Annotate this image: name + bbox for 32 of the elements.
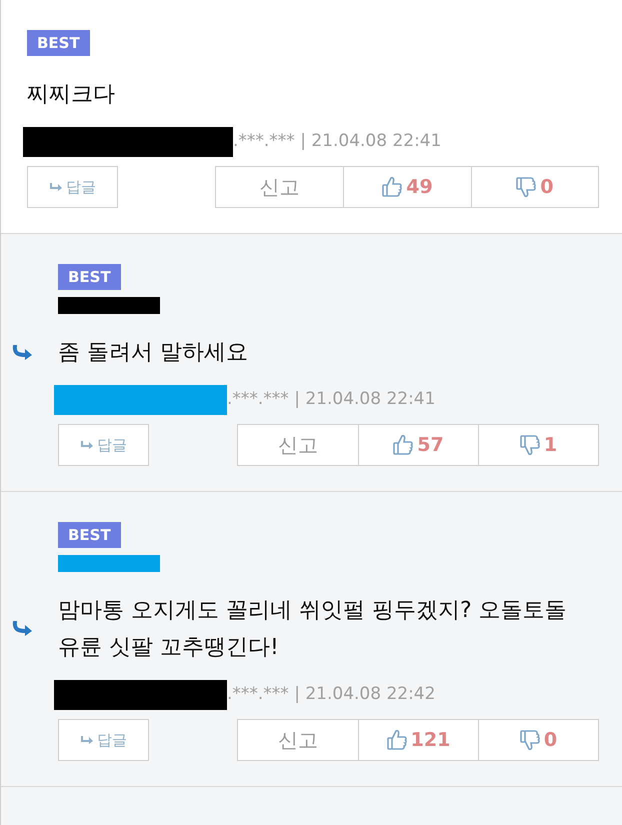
dislike-button[interactable]: 0	[470, 167, 598, 207]
reply-button[interactable]: 답글	[58, 719, 149, 761]
thumbs-down-icon	[520, 434, 540, 456]
best-badge: BEST	[27, 30, 90, 56]
best-badge: BEST	[58, 522, 121, 548]
reply-arrow-icon	[80, 440, 94, 450]
reply-arrow-icon	[49, 182, 63, 192]
like-button[interactable]: 49	[343, 167, 471, 207]
comment-text: 찌찌크다	[27, 81, 116, 109]
thumbs-up-icon	[382, 176, 402, 198]
thumbs-down-icon	[516, 176, 536, 198]
reply-arrow-icon	[12, 344, 34, 360]
reply-button[interactable]: 답글	[58, 424, 149, 466]
comment-meta: .***.*** | 21.04.08 22:41	[227, 388, 436, 412]
thumbs-down-icon	[520, 729, 540, 751]
reply-button[interactable]: 답글	[27, 166, 118, 208]
like-button[interactable]: 121	[358, 720, 478, 760]
thumbs-up-icon	[386, 729, 407, 751]
reply-arrow-icon	[12, 621, 34, 637]
comment-meta: .***.*** | 21.04.08 22:41	[233, 130, 442, 154]
report-button[interactable]: 신고	[216, 167, 344, 207]
reply-arrow-icon	[80, 735, 94, 745]
like-button[interactable]: 57	[358, 425, 478, 465]
dislike-button[interactable]: 1	[478, 425, 598, 465]
report-button[interactable]: 신고	[238, 720, 358, 760]
comment-meta: .***.*** | 21.04.08 22:42	[227, 683, 436, 706]
best-badge: BEST	[58, 264, 121, 290]
thumbs-up-icon	[393, 434, 414, 456]
comment-text: 좀 돌려서 말하세요	[58, 339, 249, 367]
comment-text: 맘마통 오지게도 꼴리네 쒸잇펄 핑두겠지? 오돌토돌 유륜 싯팔 꼬추땡긴다!	[58, 597, 568, 662]
dislike-button[interactable]: 0	[478, 720, 598, 760]
report-button[interactable]: 신고	[238, 425, 358, 465]
